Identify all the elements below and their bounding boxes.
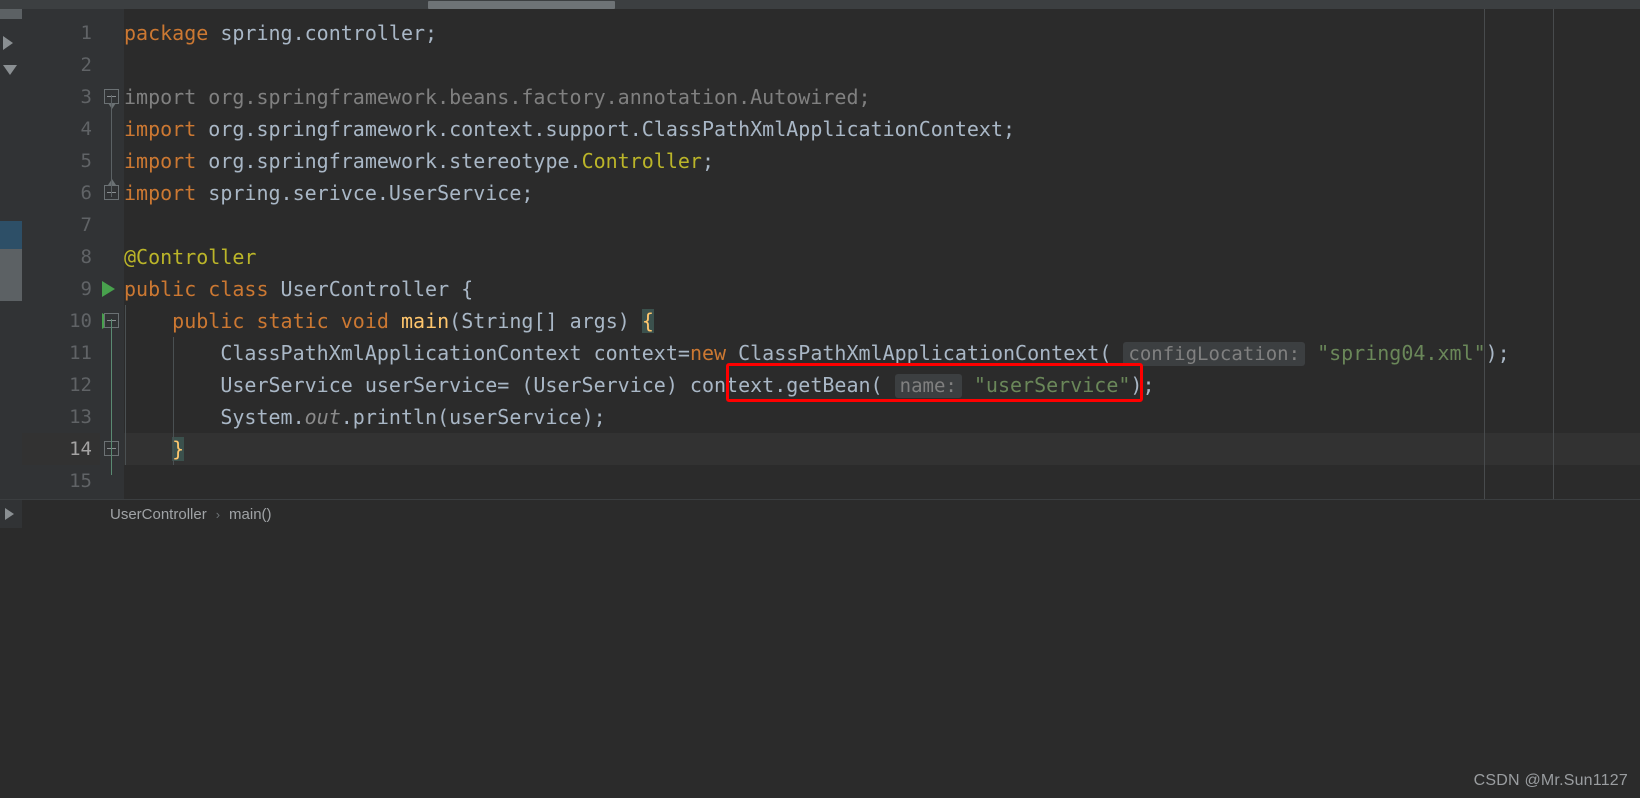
code-line[interactable]: import org.springframework.stereotype.Co… — [124, 145, 714, 177]
fold-arrow-down-icon[interactable] — [3, 65, 17, 75]
code-line[interactable]: import org.springframework.context.suppo… — [124, 113, 1015, 145]
marker-bar-top — [0, 9, 22, 19]
code-token: main — [400, 309, 450, 333]
current-line-highlight — [124, 433, 1640, 465]
editor-horizontal-scrollbar[interactable] — [0, 0, 1640, 9]
code-line[interactable]: System.out.println(userService); — [124, 401, 606, 433]
code-token: org.springframework.stereotype. — [196, 149, 582, 173]
code-line[interactable]: UserService userService= (UserService) c… — [124, 369, 1155, 401]
fold-arrow-right-icon[interactable] — [3, 36, 13, 50]
code-token: class — [208, 277, 269, 301]
breadcrumb-item-class[interactable]: UserController — [110, 506, 207, 523]
indent-guide — [173, 337, 175, 465]
code-token: (String[] args) — [449, 309, 642, 333]
code-token: spring.controller; — [208, 21, 438, 45]
breadcrumb-item-method[interactable]: main() — [229, 506, 272, 523]
indent-guide — [125, 305, 126, 465]
code-token: org.springframework.context.support.Clas… — [196, 117, 1016, 141]
breadcrumb-strip — [0, 500, 22, 529]
line-number: 14 — [69, 438, 92, 460]
marker-bar-mid — [0, 249, 22, 301]
code-token: ; — [701, 149, 715, 173]
line-number: 13 — [69, 406, 92, 428]
editor-marker-strip[interactable] — [0, 9, 22, 499]
parameter-hint: configLocation: — [1123, 342, 1306, 366]
breadcrumb-bar: UserController › main() — [0, 499, 1640, 529]
line-number: 2 — [80, 54, 92, 76]
code-token: import — [124, 85, 197, 109]
editor-right-divider — [1553, 9, 1554, 499]
code-token: ClassPathXmlApplicationContext context= — [220, 341, 690, 365]
code-line[interactable]: import spring.serivce.UserService; — [124, 177, 533, 209]
code-token: ); — [1485, 341, 1510, 365]
line-number: 9 — [80, 278, 92, 300]
code-token: public — [124, 277, 197, 301]
line-number: 12 — [69, 374, 92, 396]
line-number: 6 — [80, 182, 92, 204]
code-folding-column[interactable] — [100, 9, 124, 499]
code-line[interactable]: import org.springframework.beans.factory… — [124, 81, 871, 113]
run-gutter-icon[interactable] — [102, 281, 115, 297]
fold-region-line — [111, 319, 112, 475]
code-token: import — [124, 149, 197, 173]
line-number: 8 — [80, 246, 92, 268]
code-token: ); — [1130, 373, 1155, 397]
code-editor[interactable]: 1 2 3 4 5 6 7 8 9 10 11 12 13 14 15 package spring.con… — [0, 9, 1640, 499]
line-number: 4 — [80, 118, 92, 140]
code-token: { — [641, 309, 654, 333]
code-line[interactable]: ClassPathXmlApplicationContext context=n… — [124, 337, 1510, 369]
code-token: void — [340, 309, 389, 333]
watermark: CSDN @Mr.Sun1127 — [1473, 772, 1628, 789]
code-token: ClassPathXmlApplicationContext( — [726, 341, 1124, 365]
line-number: 5 — [80, 150, 92, 172]
parameter-hint: name: — [894, 374, 962, 398]
run-tool-window: UserController × Run: — [0, 528, 1640, 798]
code-token: UserService userService= (UserService) c… — [220, 373, 895, 397]
code-token: public — [172, 309, 245, 333]
code-token: .println(userService); — [340, 405, 606, 429]
code-line[interactable]: package spring.controller; — [124, 17, 437, 49]
code-token: "spring04.xml" — [1317, 341, 1486, 365]
code-token: Controller — [581, 149, 702, 173]
code-token: UserController { — [268, 277, 474, 301]
code-line[interactable]: } — [124, 433, 185, 465]
line-number: 11 — [69, 342, 92, 364]
code-line[interactable]: @Controller — [124, 241, 256, 273]
intellij-idea-window: 1 2 3 4 5 6 7 8 9 10 11 12 13 14 15 package spring.con… — [0, 0, 1640, 798]
code-text-area[interactable]: package spring.controller; import org.spr… — [124, 9, 1640, 499]
right-margin-rule — [1484, 9, 1485, 499]
code-token: @Controller — [124, 245, 257, 269]
code-token: package — [124, 21, 209, 45]
line-number: 1 — [80, 22, 92, 44]
line-number: 7 — [80, 214, 92, 236]
code-token: new — [689, 341, 727, 365]
scrollbar-thumb[interactable] — [428, 1, 615, 9]
code-token: static — [256, 309, 329, 333]
code-token: spring.serivce.UserService; — [196, 181, 534, 205]
line-number-gutter[interactable]: 1 2 3 4 5 6 7 8 9 10 11 12 13 14 15 — [22, 9, 122, 499]
fold-region-line — [111, 95, 112, 197]
line-number: 10 — [69, 310, 92, 332]
code-token: "userService" — [973, 373, 1131, 397]
expand-arrow-icon[interactable] — [5, 508, 14, 520]
code-token: out — [304, 405, 341, 429]
line-number: 3 — [80, 86, 92, 108]
line-number: 15 — [69, 470, 92, 492]
code-token: org.springframework.beans.factory.annota… — [196, 85, 871, 109]
breadcrumb: UserController › main() — [110, 500, 272, 529]
code-line[interactable]: public static void main(String[] args) { — [124, 305, 654, 337]
breadcrumb-separator-icon: › — [215, 507, 221, 522]
code-token: import — [124, 117, 197, 141]
code-line[interactable]: public class UserController { — [124, 273, 473, 305]
code-token: System. — [220, 405, 305, 429]
code-token: import — [124, 181, 197, 205]
